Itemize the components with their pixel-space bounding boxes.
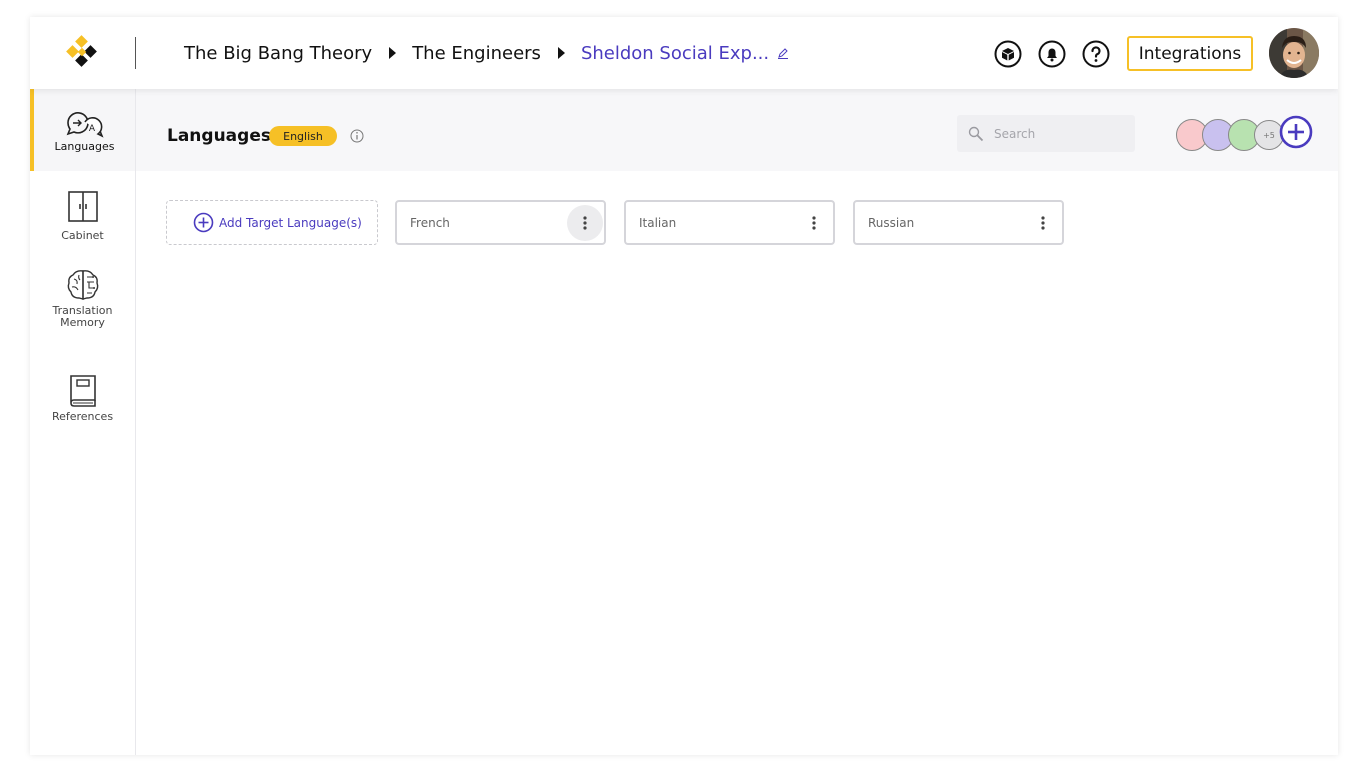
language-name: Russian: [868, 215, 915, 230]
breadcrumb-project[interactable]: Sheldon Social Exp...: [581, 43, 769, 64]
add-target-language-label: Add Target Language(s): [219, 215, 362, 230]
kebab-menu-icon[interactable]: [796, 205, 832, 241]
page-toolbar: Languages English +5: [136, 89, 1338, 171]
add-member-icon[interactable]: [1279, 115, 1313, 149]
kebab-menu-icon[interactable]: [1025, 205, 1061, 241]
box-icon[interactable]: [994, 40, 1022, 68]
search-input[interactable]: [994, 126, 1114, 141]
sidebar-item-label: References: [51, 410, 114, 423]
sidebar-item-label: Translation Memory: [52, 304, 113, 329]
svg-text:A: A: [88, 124, 95, 134]
info-icon[interactable]: [350, 129, 364, 143]
languages-panel: Add Target Language(s) French Italian Ru…: [136, 171, 1338, 755]
breadcrumb: The Big Bang Theory The Engineers Sheldo…: [184, 17, 789, 89]
add-target-language-button[interactable]: Add Target Language(s): [166, 200, 378, 245]
plus-circle-icon: [193, 212, 214, 233]
app-window: The Big Bang Theory The Engineers Sheldo…: [30, 17, 1338, 755]
language-name: Italian: [639, 215, 677, 230]
search-icon: [968, 126, 984, 141]
sidebar-item-label: Cabinet: [61, 229, 104, 242]
language-name: French: [410, 215, 450, 230]
languages-icon: A: [66, 112, 104, 138]
brain-icon: [67, 270, 98, 300]
help-icon[interactable]: [1082, 40, 1110, 68]
integrations-button[interactable]: Integrations: [1127, 36, 1253, 71]
breadcrumb-team[interactable]: The Engineers: [412, 43, 541, 64]
sidebar-item-cabinet[interactable]: Cabinet: [30, 191, 135, 251]
edit-pencil-icon[interactable]: [777, 47, 789, 59]
sidebar-item-label: Languages: [54, 140, 115, 153]
kebab-menu-icon[interactable]: [567, 204, 603, 241]
search-box[interactable]: [957, 115, 1135, 152]
brand-logo-icon[interactable]: [64, 35, 100, 71]
source-language-badge: English: [269, 126, 337, 146]
language-card-italian[interactable]: Italian: [624, 200, 835, 245]
user-avatar-icon[interactable]: [1269, 28, 1319, 78]
bell-icon[interactable]: [1038, 40, 1066, 68]
sidebar-item-languages[interactable]: A Languages: [30, 89, 135, 171]
sidebar-item-references[interactable]: References: [30, 373, 135, 433]
cabinet-icon: [67, 191, 98, 222]
language-card-french[interactable]: French: [395, 200, 606, 245]
sidebar: A Languages Cabinet Translation Memory R…: [30, 89, 136, 755]
book-icon: [69, 375, 96, 407]
language-card-russian[interactable]: Russian: [853, 200, 1064, 245]
breadcrumb-arrow-icon: [389, 47, 397, 59]
page-title: Languages: [167, 126, 271, 146]
breadcrumb-show[interactable]: The Big Bang Theory: [184, 43, 372, 64]
sidebar-item-translation-memory[interactable]: Translation Memory: [30, 269, 135, 344]
breadcrumb-arrow-icon: [557, 47, 565, 59]
top-header: The Big Bang Theory The Engineers Sheldo…: [30, 17, 1338, 89]
header-divider: [135, 37, 136, 69]
